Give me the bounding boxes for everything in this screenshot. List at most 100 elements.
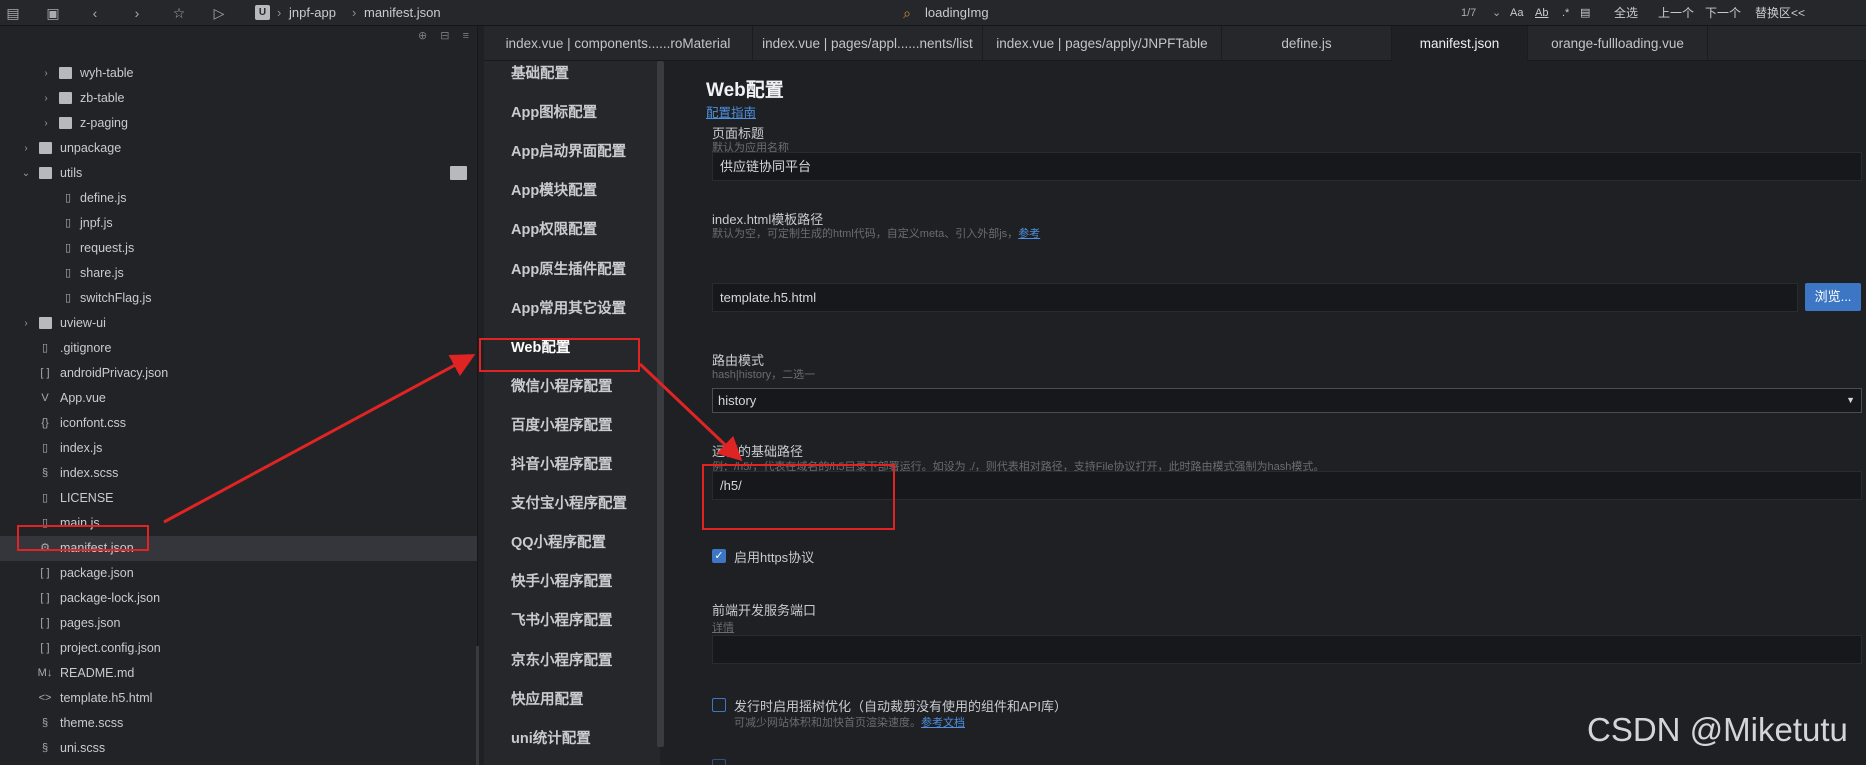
tree-item-share-js[interactable]: ▯ share.js xyxy=(0,261,477,286)
dev-port-details-link[interactable]: 详情 xyxy=(712,619,734,635)
tree-item-utils[interactable]: ⌄ utils xyxy=(0,161,477,186)
router-mode-select[interactable]: history ▼ xyxy=(712,388,1862,413)
template-path-input[interactable]: template.h5.html xyxy=(712,283,1798,312)
prev-match-button[interactable]: 上一个 xyxy=(1658,5,1694,21)
config-guide-link[interactable]: 配置指南 xyxy=(706,102,756,121)
tree-item-iconfont-css[interactable]: {} iconfont.css xyxy=(0,411,477,436)
nav-scrollbar[interactable] xyxy=(657,61,664,747)
tree-item-index-scss[interactable]: § index.scss xyxy=(0,461,477,486)
nav-item[interactable]: uni统计配置 xyxy=(511,728,591,750)
tree-item-label: share.js xyxy=(80,266,124,280)
tree-item-wyh-table[interactable]: › wyh-table xyxy=(0,61,477,86)
star-icon[interactable]: ☆ xyxy=(170,4,188,22)
whole-word-toggle[interactable]: Ab xyxy=(1535,5,1548,21)
save-icon[interactable]: ▣ xyxy=(44,4,62,22)
nav-item[interactable]: App启动界面配置 xyxy=(511,141,626,163)
tree-item-zb-table[interactable]: › zb-table xyxy=(0,86,477,111)
tree-item-switchflag-js[interactable]: ▯ switchFlag.js xyxy=(0,286,477,311)
chevron-right-icon[interactable]: › xyxy=(40,111,52,136)
tree-item-request-js[interactable]: ▯ request.js xyxy=(0,236,477,261)
tree-item-template-h5-html[interactable]: <> template.h5.html xyxy=(0,686,477,711)
breadcrumb-file[interactable]: manifest.json xyxy=(364,5,441,21)
folder-icon xyxy=(59,67,72,79)
tree-item-uni-scss[interactable]: § uni.scss xyxy=(0,736,477,761)
select-all-icon[interactable]: ▤ xyxy=(1580,5,1590,21)
run-icon[interactable]: ▷ xyxy=(210,4,228,22)
nav-item[interactable]: App模块配置 xyxy=(511,180,597,202)
editor-tab[interactable]: index.vue | pages/appl......nents/list xyxy=(753,26,983,61)
tree-item-readme-md[interactable]: M↓ README.md xyxy=(0,661,477,686)
tree-item-unpackage[interactable]: › unpackage xyxy=(0,136,477,161)
chevron-right-icon[interactable]: › xyxy=(40,86,52,111)
nav-item[interactable]: App权限配置 xyxy=(511,219,597,241)
collapse-all-icon[interactable]: ⊟ xyxy=(440,30,449,42)
tree-item-app-vue[interactable]: V App.vue xyxy=(0,386,477,411)
tree-item-jnpf-js[interactable]: ▯ jnpf.js xyxy=(0,211,477,236)
tree-item-pages-json[interactable]: [ ] pages.json xyxy=(0,611,477,636)
tree-item-package-json[interactable]: [ ] package.json xyxy=(0,561,477,586)
next-match-button[interactable]: 下一个 xyxy=(1705,5,1741,21)
file-icon: ▯ xyxy=(41,492,49,504)
annotation-box-manifest xyxy=(17,525,149,551)
next-option-checkbox[interactable] xyxy=(712,759,726,765)
chevron-right-icon[interactable]: › xyxy=(20,311,32,336)
nav-item[interactable]: App常用其它设置 xyxy=(511,298,626,320)
breadcrumb-project[interactable]: jnpf-app xyxy=(289,5,336,21)
browse-button[interactable]: 浏览... xyxy=(1805,283,1861,311)
treeshake-checkbox[interactable] xyxy=(712,698,726,712)
https-checkbox[interactable]: ✓ xyxy=(712,549,726,563)
tree-item-theme-scss[interactable]: § theme.scss xyxy=(0,711,477,736)
tree-item-uview-ui[interactable]: › uview-ui xyxy=(0,311,477,336)
nav-item[interactable]: App图标配置 xyxy=(511,102,597,124)
nav-item[interactable]: 飞书小程序配置 xyxy=(511,610,613,632)
case-sensitive-toggle[interactable]: ⌄ xyxy=(1492,5,1501,21)
nav-item[interactable]: QQ小程序配置 xyxy=(511,532,606,554)
match-case-toggle[interactable]: Aa xyxy=(1510,5,1523,21)
more-menu-icon[interactable]: ≡ xyxy=(463,30,469,42)
nav-item[interactable]: 京东小程序配置 xyxy=(511,650,613,672)
tree-item-index-js[interactable]: ▯ index.js xyxy=(0,436,477,461)
regex-toggle[interactable]: .* xyxy=(1562,5,1569,21)
nav-item[interactable]: 抖音小程序配置 xyxy=(511,454,613,476)
sidebar-scrollbar[interactable] xyxy=(476,646,479,765)
tree-item-androidprivacy-json[interactable]: [ ] androidPrivacy.json xyxy=(0,361,477,386)
tree-item-project-config-json[interactable]: [ ] project.config.json xyxy=(0,636,477,661)
chevron-right-icon[interactable]: › xyxy=(20,136,32,161)
select-all-button[interactable]: 全选 xyxy=(1614,5,1638,21)
nav-item[interactable]: 微信小程序配置 xyxy=(511,376,613,398)
editor-tab[interactable]: index.vue | components......roMaterial xyxy=(484,26,753,61)
editor-tab[interactable]: define.js xyxy=(1222,26,1392,61)
nav-item[interactable]: 基础配置 xyxy=(511,63,569,85)
locate-file-icon[interactable]: ⊕ xyxy=(418,30,427,42)
open-folder-icon[interactable] xyxy=(450,166,467,180)
tree-item-z-paging[interactable]: › z-paging xyxy=(0,111,477,136)
forward-icon[interactable]: › xyxy=(128,4,146,22)
template-reference-link[interactable]: 参考 xyxy=(1018,228,1040,240)
editor-tab[interactable]: index.vue | pages/apply/JNPFTable xyxy=(983,26,1222,61)
nav-item[interactable]: 快应用配置 xyxy=(511,689,584,711)
back-icon[interactable]: ‹ xyxy=(86,4,104,22)
editor-tab[interactable]: orange-fullloading.vue xyxy=(1528,26,1708,61)
replace-toggle-button[interactable]: 替换区<< xyxy=(1755,5,1805,21)
page-title-input[interactable]: 供应链协同平台 xyxy=(712,152,1862,181)
tree-item-label: switchFlag.js xyxy=(80,291,152,305)
nav-item[interactable]: 百度小程序配置 xyxy=(511,415,613,437)
tree-item-define-js[interactable]: ▯ define.js xyxy=(0,186,477,211)
treeshake-docs-link[interactable]: 参考文档 xyxy=(921,717,965,729)
chevron-down-icon[interactable]: ⌄ xyxy=(20,161,32,186)
tree-item-package-lock-json[interactable]: [ ] package-lock.json xyxy=(0,586,477,611)
nav-item[interactable]: 支付宝小程序配置 xyxy=(511,493,627,515)
file-tree-icon[interactable]: ▤ xyxy=(4,4,22,22)
tree-item-license[interactable]: ▯ LICENSE xyxy=(0,486,477,511)
tree-item--gitignore[interactable]: ▯ .gitignore xyxy=(0,336,477,361)
nav-item[interactable]: 快手小程序配置 xyxy=(511,571,613,593)
editor-tab[interactable]: manifest.json xyxy=(1392,26,1528,61)
tree-item-label: uni.scss xyxy=(60,741,106,755)
template-path-hint: 默认为空，可定制生成的html代码，自定义meta、引入外部js，参考 xyxy=(712,225,1040,241)
chevron-right-icon[interactable]: › xyxy=(40,61,52,86)
folder-icon xyxy=(39,167,52,179)
dev-port-input[interactable] xyxy=(712,635,1862,664)
file-icon: ▯ xyxy=(64,292,72,304)
nav-item[interactable]: App原生插件配置 xyxy=(511,259,626,281)
search-input[interactable]: loadingImg xyxy=(925,5,989,21)
